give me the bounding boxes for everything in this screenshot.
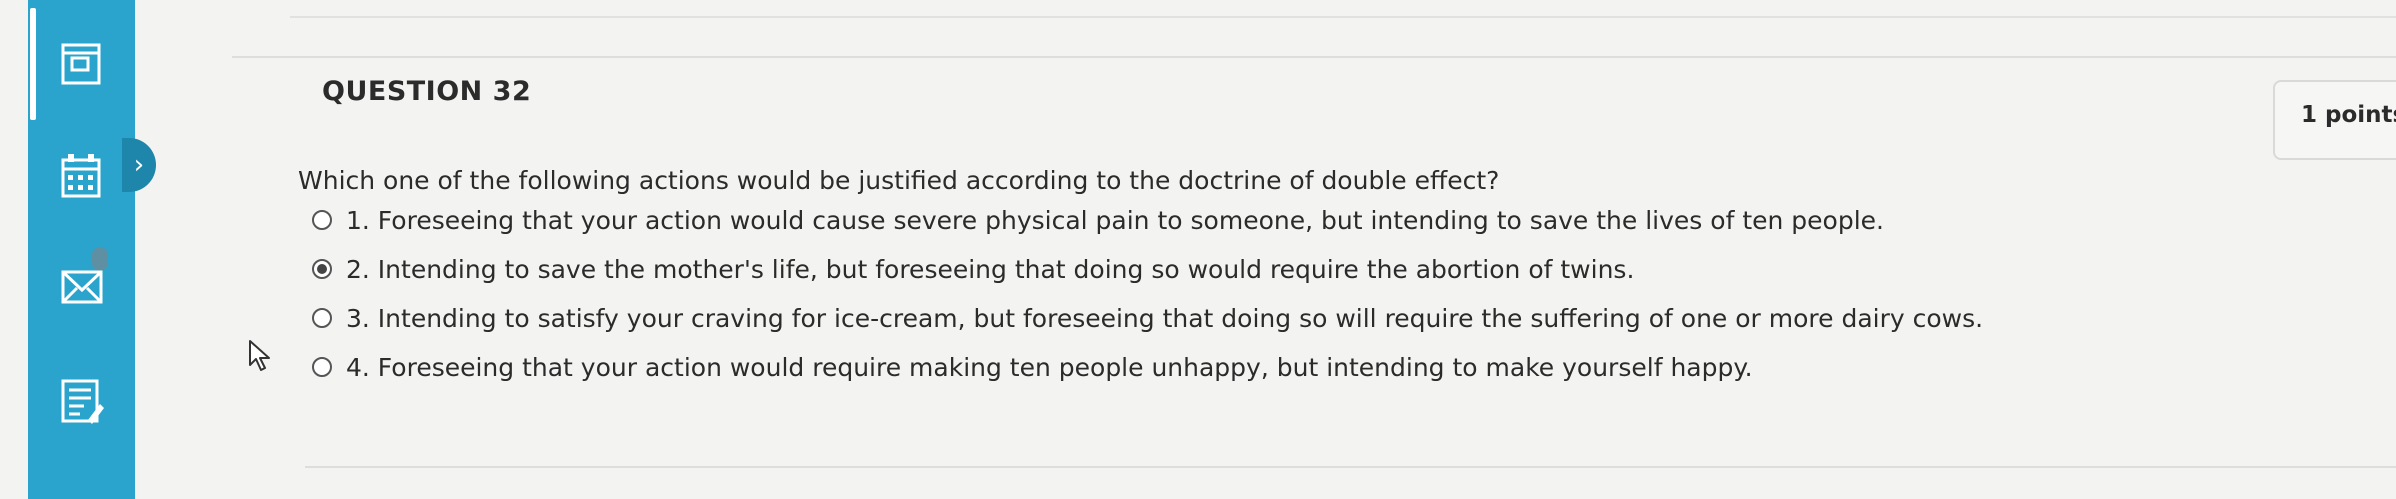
question-divider — [232, 56, 2396, 58]
points-box: 1 points — [2273, 80, 2396, 160]
radio-button[interactable] — [312, 308, 332, 328]
points-label: 1 points — [2301, 102, 2396, 128]
mouse-cursor-icon — [248, 339, 274, 377]
top-divider — [290, 16, 2396, 18]
expand-sidebar-button[interactable]: › — [122, 138, 156, 192]
answer-option-label: 2. Intending to save the mother's life, … — [346, 254, 1635, 284]
bottom-divider — [305, 466, 2396, 468]
chevron-right-icon: › — [133, 150, 145, 180]
messages-icon[interactable] — [60, 268, 106, 308]
answer-option-1[interactable]: 1. Foreseeing that your action would cau… — [312, 200, 1884, 240]
sidebar-edge — [0, 0, 28, 499]
answer-option-4[interactable]: 4. Foreseeing that your action would req… — [312, 347, 1753, 387]
radio-button-selected[interactable] — [312, 259, 332, 279]
active-indicator — [30, 8, 36, 120]
grades-icon[interactable] — [60, 378, 104, 424]
answer-option-2[interactable]: 2. Intending to save the mother's life, … — [312, 249, 1634, 289]
content-icon[interactable] — [60, 42, 104, 86]
answer-option-label: 4. Foreseeing that your action would req… — [346, 352, 1753, 382]
answer-option-label: 1. Foreseeing that your action would cau… — [346, 205, 1884, 235]
question-title: QUESTION 32 — [322, 76, 532, 107]
answer-option-label: 3. Intending to satisfy your craving for… — [346, 303, 1984, 333]
calendar-icon[interactable] — [60, 154, 104, 200]
radio-button[interactable] — [312, 357, 332, 377]
sidebar: › — [0, 0, 156, 499]
answer-option-3[interactable]: 3. Intending to satisfy your craving for… — [312, 298, 1983, 338]
radio-button[interactable] — [312, 210, 332, 230]
question-prompt: Which one of the following actions would… — [298, 166, 1500, 195]
